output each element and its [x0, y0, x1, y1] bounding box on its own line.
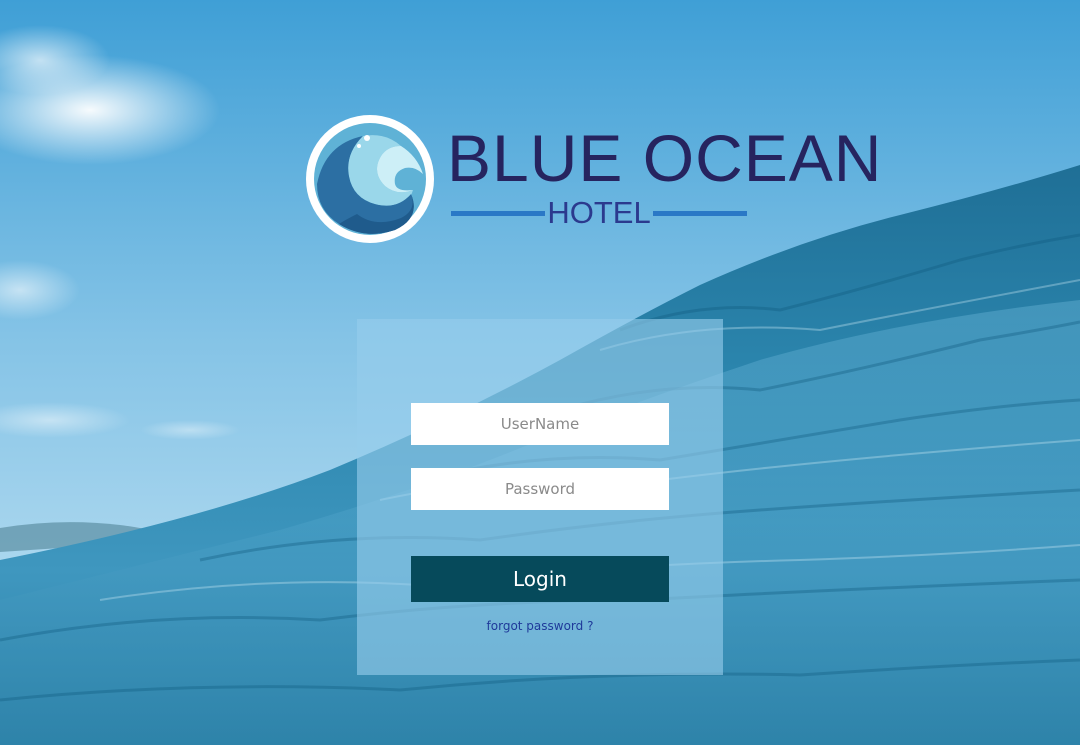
password-input[interactable] [411, 468, 669, 510]
brand-subtitle-text: HOTEL [547, 195, 651, 230]
ocean-wave-icon [306, 115, 434, 243]
username-input[interactable] [411, 403, 669, 445]
divider-line-left [451, 210, 546, 216]
login-button[interactable]: Login [411, 556, 669, 602]
forgot-password-link[interactable]: forgot password ? [357, 619, 723, 633]
login-panel: Login forgot password ? [357, 319, 723, 675]
divider-line-right [652, 210, 748, 216]
brand-name: BLUE OCEAN [447, 121, 883, 195]
brand-subtitle: HOTEL [451, 195, 748, 230]
